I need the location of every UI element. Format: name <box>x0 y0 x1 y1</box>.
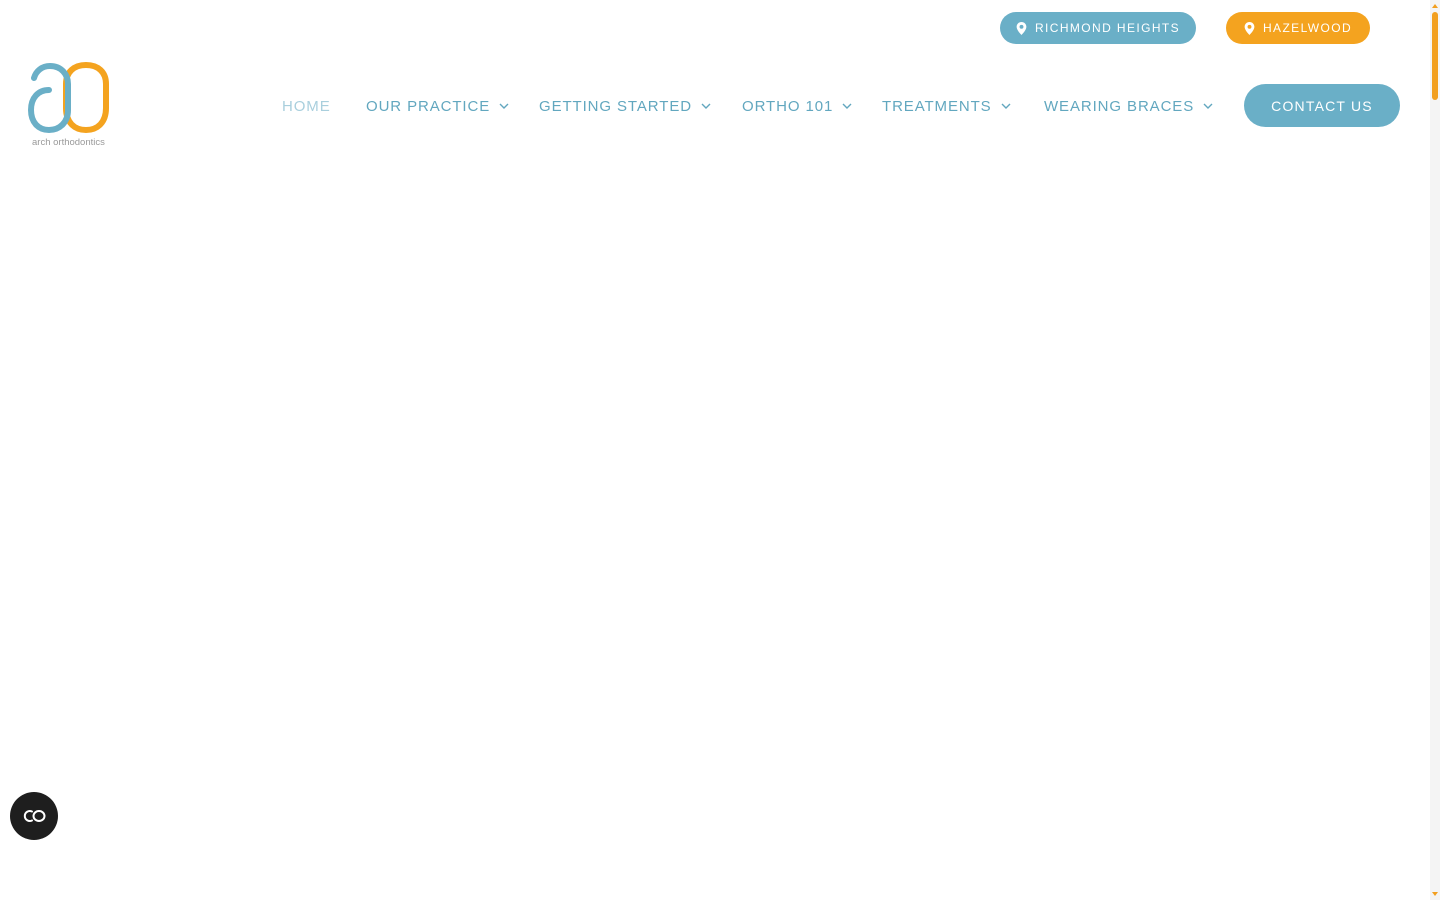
accessibility-toggle-button[interactable] <box>10 792 58 840</box>
nav-item-label: TREATMENTS <box>882 97 992 115</box>
chevron-down-icon <box>701 103 711 109</box>
nav-item-label: HOME <box>282 97 331 115</box>
scroll-up-arrow-icon[interactable] <box>1431 2 1439 10</box>
scrollbar-thumb[interactable] <box>1432 12 1438 100</box>
nav-item-ortho-101[interactable]: ORTHO 101 <box>742 94 852 118</box>
chevron-down-icon <box>1203 103 1213 109</box>
location-label: HAZELWOOD <box>1262 21 1353 35</box>
nav-item-label: OUR PRACTICE <box>366 97 491 115</box>
nav-item-getting-started[interactable]: GETTING STARTED <box>539 94 711 118</box>
logo[interactable]: arch orthodontics <box>28 62 118 152</box>
contact-us-label: CONTACT US <box>1271 97 1373 114</box>
logo-mark <box>28 62 109 134</box>
nav-item-label: GETTING STARTED <box>539 97 692 115</box>
location-label: RICHMOND HEIGHTS <box>1034 21 1181 35</box>
nav-item-home[interactable]: HOME <box>282 94 331 118</box>
nav-item-wearing-braces[interactable]: WEARING BRACES <box>1044 94 1213 118</box>
nav-item-label: WEARING BRACES <box>1044 97 1195 115</box>
page-scrollbar[interactable] <box>1430 0 1440 900</box>
accessibility-toggle-icon <box>23 810 46 822</box>
nav-item-label: ORTHO 101 <box>742 97 834 115</box>
contact-us-button[interactable]: CONTACT US <box>1244 84 1400 127</box>
map-pin-icon <box>1244 21 1255 35</box>
page: RICHMOND HEIGHTS HAZELWOOD arch orthodon… <box>0 0 1430 900</box>
nav-item-treatments[interactable]: TREATMENTS <box>882 94 1011 118</box>
map-pin-icon <box>1016 21 1027 35</box>
location-richmond-heights-button[interactable]: RICHMOND HEIGHTS <box>1000 12 1196 44</box>
logo-text: arch orthodontics <box>32 137 105 148</box>
chevron-down-icon <box>499 103 509 109</box>
chevron-down-icon <box>842 103 852 109</box>
scroll-down-arrow-icon[interactable] <box>1431 890 1439 898</box>
nav-item-our-practice[interactable]: OUR PRACTICE <box>366 94 509 118</box>
chevron-down-icon <box>1001 103 1011 109</box>
location-hazelwood-button[interactable]: HAZELWOOD <box>1226 12 1370 44</box>
